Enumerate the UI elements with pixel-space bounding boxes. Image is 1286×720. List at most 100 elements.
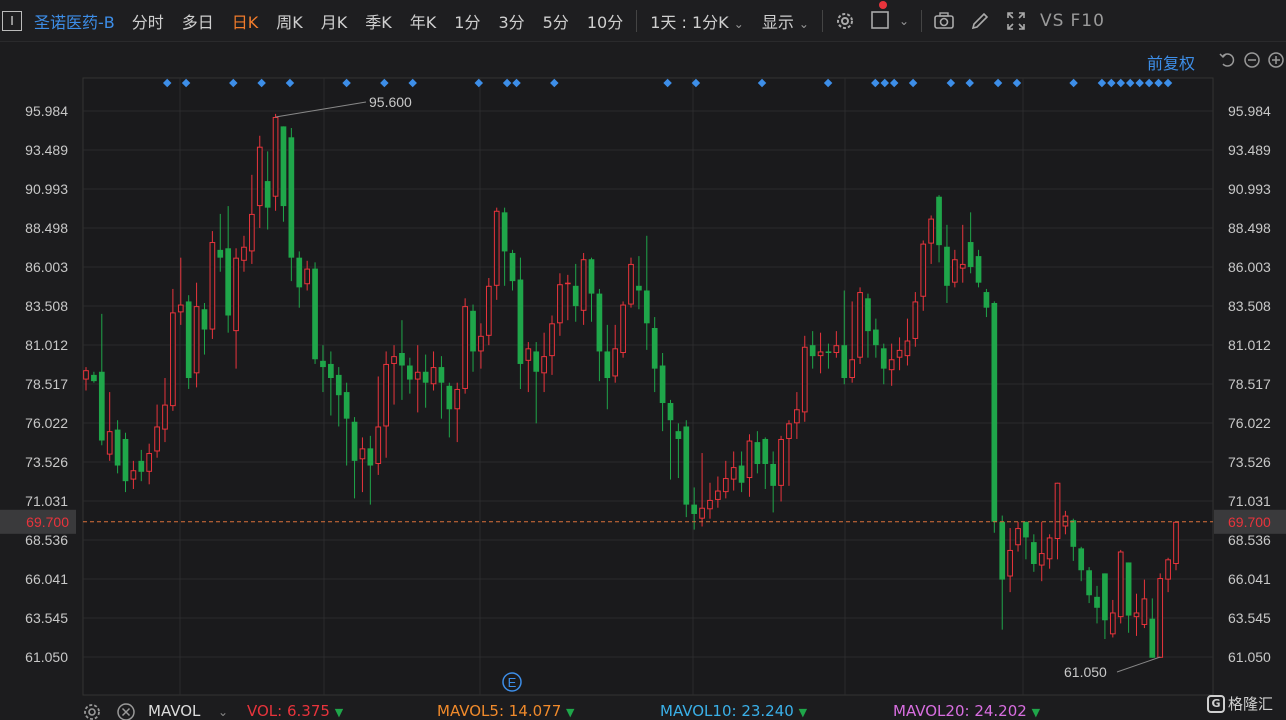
stock-name[interactable]: 圣诺医药-B <box>34 9 115 33</box>
gelonghui-logo: G 格隆汇 <box>1207 693 1273 714</box>
y-tick-label-left: 68.536 <box>25 532 68 548</box>
display-dropdown[interactable]: 显示 ⌄ <box>753 9 818 33</box>
period-selector[interactable]: 1天 : 1分K ⌄ <box>641 9 753 33</box>
candle-body-down <box>1094 596 1100 608</box>
candle-body-up <box>833 345 840 354</box>
candle-body-down <box>865 298 871 332</box>
indicator-bar: MAVOL ⌄ VOL: 6.375 ▼ MAVOL5: 14.077 ▼ MA… <box>0 700 1286 720</box>
candle-body-up <box>912 301 919 339</box>
candle-body-up <box>83 370 89 380</box>
candle-body-up <box>541 356 547 374</box>
mavol20-value: MAVOL20: 24.202 ▼ <box>893 702 1040 720</box>
candle-body-down <box>91 374 97 382</box>
candle-body-down <box>659 365 666 404</box>
y-tick-label-left: 83.508 <box>25 298 68 314</box>
tab-quarterly-k[interactable]: 季K <box>356 9 401 33</box>
gear-icon[interactable] <box>82 702 102 720</box>
tab-fenshi[interactable]: 分时 <box>123 9 173 33</box>
candle-body-up <box>462 306 468 389</box>
tab-multiday[interactable]: 多日 <box>173 9 223 33</box>
candle-body-down <box>138 460 145 472</box>
layout-square-icon[interactable] <box>869 9 893 33</box>
mavol10-text: MAVOL10: 23.240 <box>660 702 794 720</box>
y-tick-label-right: 95.984 <box>1228 103 1271 119</box>
candlestick-chart[interactable]: 95.984 95.984 93.489 93.489 90.993 90.993 88.4… <box>0 42 1286 700</box>
candle-body-down <box>675 431 682 439</box>
candle-body-up <box>778 438 784 486</box>
candle-body-up <box>564 282 571 285</box>
candle-body-down <box>604 351 611 379</box>
tab-10min[interactable]: 10分 <box>578 9 632 33</box>
candle-body-up <box>1165 559 1171 580</box>
candle-body-up <box>383 363 389 427</box>
chevron-down-icon: ⌄ <box>798 16 809 31</box>
candle-body-up <box>1117 551 1124 618</box>
tab-yearly-k[interactable]: 年K <box>401 9 446 33</box>
candle-body-up <box>1007 549 1013 577</box>
candle-body-up <box>699 507 705 519</box>
candle-body-down <box>762 438 769 464</box>
candle-body-down <box>1102 573 1108 621</box>
candle-body-up <box>375 426 382 464</box>
min-price-label: 61.050 <box>1064 664 1107 680</box>
mavol20-text: MAVOL20: 24.202 <box>893 702 1027 720</box>
candle-body-up <box>730 467 737 480</box>
logo-mark-icon: G <box>1207 694 1225 713</box>
f10-button[interactable]: F10 <box>1070 11 1104 31</box>
candle-body-up <box>920 243 927 297</box>
vs-compare-button[interactable]: VS <box>1040 11 1064 31</box>
y-tick-label-right: 81.012 <box>1228 337 1271 353</box>
candle-body-up <box>154 426 160 452</box>
y-tick-label-right: 83.508 <box>1228 298 1271 314</box>
candle-body-up <box>549 323 555 357</box>
candle-body-down <box>501 212 508 252</box>
tab-daily-k[interactable]: 日K <box>223 9 268 33</box>
candle-body-up <box>612 348 619 377</box>
camera-icon[interactable] <box>932 9 956 33</box>
chevron-down-icon[interactable]: ⌄ <box>899 14 909 28</box>
candle-body-down <box>446 385 453 410</box>
tab-1min[interactable]: 1分 <box>445 9 489 33</box>
candle-body-up <box>525 348 532 361</box>
candle-body-down <box>754 442 761 464</box>
chevron-down-icon: ⌄ <box>733 16 744 31</box>
y-tick-label-right: 68.536 <box>1228 532 1271 548</box>
candle-body-up <box>478 335 484 352</box>
candle-body-down <box>873 329 879 346</box>
candle-body-down <box>1078 548 1085 571</box>
candle-body-up <box>707 499 713 510</box>
gear-icon[interactable] <box>833 9 857 33</box>
mavol5-value: MAVOL5: 14.077 ▼ <box>437 702 575 720</box>
candle-body-down <box>422 371 429 383</box>
tab-weekly-k[interactable]: 周K <box>267 9 312 33</box>
candle-body-down <box>122 438 129 482</box>
close-icon[interactable] <box>116 702 136 720</box>
candle-body-down <box>470 310 476 352</box>
candle-body-down <box>335 374 342 396</box>
candle-body-down <box>264 181 271 208</box>
candle-body-up <box>628 263 634 305</box>
candle-body-up <box>1054 482 1061 539</box>
candle-body-down <box>280 126 287 207</box>
candle-body-down <box>983 292 990 308</box>
tab-3min[interactable]: 3分 <box>489 9 533 33</box>
tab-monthly-k[interactable]: 月K <box>312 9 357 33</box>
fullscreen-icon[interactable] <box>1004 9 1028 33</box>
candle-body-up <box>233 257 239 332</box>
chevron-down-icon[interactable]: ⌄ <box>218 705 228 719</box>
y-tick-label-right: 93.489 <box>1228 142 1271 158</box>
tab-5min[interactable]: 5分 <box>534 9 578 33</box>
y-tick-label-left: 93.489 <box>25 142 68 158</box>
candle-body-up <box>904 340 911 357</box>
candle-body-up <box>391 356 397 364</box>
pencil-icon[interactable] <box>968 9 992 33</box>
candle-body-up <box>580 259 587 311</box>
y-tick-label-right: 66.041 <box>1228 571 1271 587</box>
arrow-down-icon: ▼ <box>334 706 344 719</box>
candle-body-down <box>588 259 595 294</box>
candle-body-up <box>959 263 966 269</box>
cursor-toggle-button[interactable]: I <box>2 10 22 31</box>
indicator-name[interactable]: MAVOL <box>148 702 200 720</box>
candle-body-down <box>841 345 848 379</box>
y-tick-label-right: 88.498 <box>1228 220 1271 236</box>
